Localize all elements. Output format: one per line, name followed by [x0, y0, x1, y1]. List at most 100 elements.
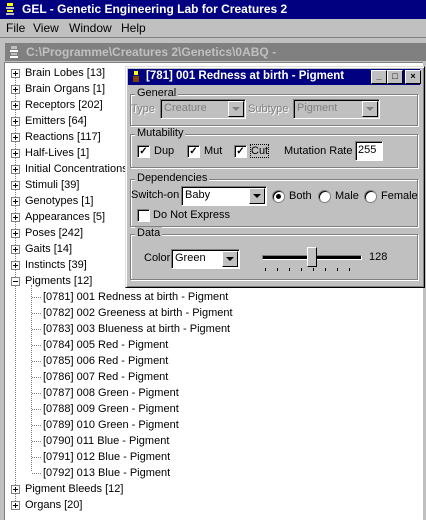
tree-item-label: [0781] 001 Redness at birth - Pigment — [43, 291, 229, 303]
dropdown-arrow-icon[interactable] — [249, 188, 265, 204]
tree-item-label: Initial Concentrations — [25, 163, 128, 175]
app-title-bar[interactable]: GEL - Genetic Engineering Lab for Creatu… — [0, 0, 426, 19]
expand-icon[interactable] — [11, 501, 20, 510]
tree-item-label: [0787] 008 Green - Pigment — [43, 387, 179, 399]
slider-tick — [349, 268, 350, 271]
slider-tick — [265, 268, 266, 271]
expand-icon[interactable] — [11, 197, 20, 206]
type-label: Type — [131, 103, 155, 115]
expand-icon[interactable] — [11, 261, 20, 270]
tree-item-label: [0785] 006 Red - Pigment — [43, 355, 169, 367]
tree-item-label: Pigment Bleeds [12] — [25, 483, 124, 495]
tree-item-pigment-gene[interactable]: [0792] 013 Blue - Pigment — [32, 465, 171, 481]
expand-icon[interactable] — [11, 165, 20, 174]
sex-both-radio[interactable] — [272, 190, 285, 203]
dropdown-arrow-icon[interactable] — [228, 101, 244, 117]
gene-icon — [133, 71, 139, 82]
switch-on-label: Switch-on — [131, 189, 180, 201]
dropdown-arrow-icon[interactable] — [362, 101, 378, 117]
expand-icon[interactable] — [11, 101, 20, 110]
menu-bar: File View Window Help — [0, 19, 426, 38]
tree-item-label: [0783] 003 Blueness at birth - Pigment — [43, 323, 231, 335]
tree-item-pigment-gene[interactable]: [0789] 010 Green - Pigment — [32, 417, 179, 433]
tree-item-label: [0784] 005 Red - Pigment — [43, 339, 169, 351]
tree-item-label: Pigments [12] — [25, 275, 93, 287]
dialog-title: [781] 001 Redness at birth - Pigment — [146, 70, 345, 82]
switch-on-select[interactable]: Baby — [181, 186, 267, 206]
do-not-express-label: Do Not Express — [153, 209, 231, 221]
tree-item-label: Stimuli [39] — [25, 179, 80, 191]
expand-icon[interactable] — [11, 85, 20, 94]
slider-tick — [277, 268, 278, 271]
type-select[interactable]: Creature — [160, 99, 246, 119]
expand-icon[interactable] — [11, 229, 20, 238]
tree-item-label: [0789] 010 Green - Pigment — [43, 419, 179, 431]
mutability-group-label: Mutability — [135, 127, 186, 139]
tree-item-label: [0792] 013 Blue - Pigment — [43, 467, 171, 479]
dropdown-arrow-icon[interactable] — [222, 251, 238, 267]
tree-item-pigment-gene[interactable]: [0784] 005 Red - Pigment — [32, 337, 169, 353]
slider-tick — [337, 268, 338, 271]
sex-male-radio[interactable] — [318, 190, 331, 203]
tree-item-label: [0786] 007 Red - Pigment — [43, 371, 169, 383]
sex-female-radio[interactable] — [364, 190, 377, 203]
tree-item-label: Emitters [64] — [25, 115, 87, 127]
slider-tick — [313, 268, 314, 271]
slider-value-label: 128 — [369, 251, 388, 263]
color-select[interactable]: Green — [171, 249, 240, 269]
menu-view[interactable]: View — [33, 21, 59, 35]
dup-label: Dup — [154, 145, 175, 157]
menu-file[interactable]: File — [6, 21, 25, 35]
minimize-button[interactable]: _ — [371, 70, 387, 84]
sex-male-label: Male — [335, 190, 359, 202]
tree-item-pigment-gene[interactable]: [0790] 011 Blue - Pigment — [32, 433, 170, 449]
tree-item-pigment-gene[interactable]: [0786] 007 Red - Pigment — [32, 369, 169, 385]
tree-item-pigment-gene[interactable]: [0791] 012 Blue - Pigment — [32, 449, 171, 465]
close-button[interactable]: × — [405, 70, 421, 84]
collapse-icon[interactable] — [11, 277, 20, 286]
subtype-select[interactable]: Pigment — [293, 99, 380, 119]
tree-item-label: Brain Lobes [13] — [25, 67, 106, 79]
expand-icon[interactable] — [11, 181, 20, 190]
tree-item-pigment-gene[interactable]: [0788] 009 Green - Pigment — [32, 401, 179, 417]
tree-item-label: [0790] 011 Blue - Pigment — [43, 435, 170, 447]
data-slider-thumb[interactable] — [307, 247, 317, 267]
expand-icon[interactable] — [11, 245, 20, 254]
do-not-express-checkbox[interactable] — [137, 209, 150, 222]
maximize-button[interactable]: □ — [387, 70, 403, 84]
expand-icon[interactable] — [11, 213, 20, 222]
tree-item-label: Instincts [39] — [25, 259, 87, 271]
tree-item-label: [0791] 012 Blue - Pigment — [43, 451, 171, 463]
menu-window[interactable]: Window — [69, 21, 112, 35]
switch-on-value: Baby — [185, 189, 211, 201]
mutation-rate-value: 255 — [358, 144, 377, 156]
slider-tick — [289, 268, 290, 271]
expand-icon[interactable] — [11, 133, 20, 142]
expand-icon[interactable] — [11, 149, 20, 158]
tree-item-label: Brain Organs [1] — [25, 83, 106, 95]
mutation-rate-input[interactable]: 255 — [355, 141, 383, 161]
tree-item-label: Half-Lives [1] — [25, 147, 90, 159]
slider-tick — [325, 268, 326, 271]
tree-item-label: Reactions [117] — [25, 131, 101, 143]
gel-app-icon — [6, 3, 14, 15]
mut-label: Mut — [204, 145, 223, 157]
expand-icon[interactable] — [11, 485, 20, 494]
slider-tick — [301, 268, 302, 271]
menu-help[interactable]: Help — [121, 21, 146, 35]
tree-item-label: Receptors [202] — [25, 99, 103, 111]
child-title-bar[interactable]: C:\Programme\Creatures 2\Genetics\0ABQ - — [5, 43, 426, 61]
tree-item-pigment-gene[interactable]: [0787] 008 Green - Pigment — [32, 385, 179, 401]
subtype-label: Subtype — [248, 103, 289, 115]
mut-checkbox[interactable]: ✓ — [187, 145, 200, 158]
cut-checkbox[interactable]: ✓ — [234, 145, 247, 158]
tree-item-pigment-gene[interactable]: [0782] 002 Greeness at birth - Pigment — [32, 305, 233, 321]
expand-icon[interactable] — [11, 117, 20, 126]
dup-checkbox[interactable]: ✓ — [137, 145, 150, 158]
tree-item-pigment-gene[interactable]: [0783] 003 Blueness at birth - Pigment — [32, 321, 231, 337]
tree-item-pigment-gene[interactable]: [0785] 006 Red - Pigment — [32, 353, 169, 369]
tree-item-pigment-gene[interactable]: [0781] 001 Redness at birth - Pigment — [32, 289, 229, 305]
tree-item-label: Genotypes [1] — [25, 195, 94, 207]
dialog-title-bar[interactable]: [781] 001 Redness at birth - Pigment _ □… — [128, 69, 421, 85]
expand-icon[interactable] — [11, 69, 20, 78]
